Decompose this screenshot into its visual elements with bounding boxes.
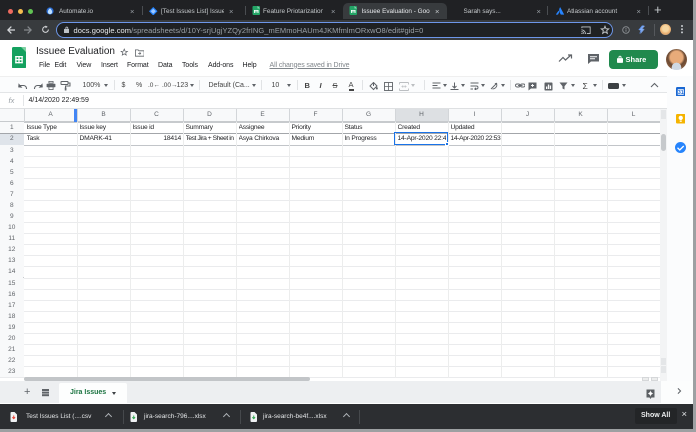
svg-text:31: 31 [677,89,683,95]
